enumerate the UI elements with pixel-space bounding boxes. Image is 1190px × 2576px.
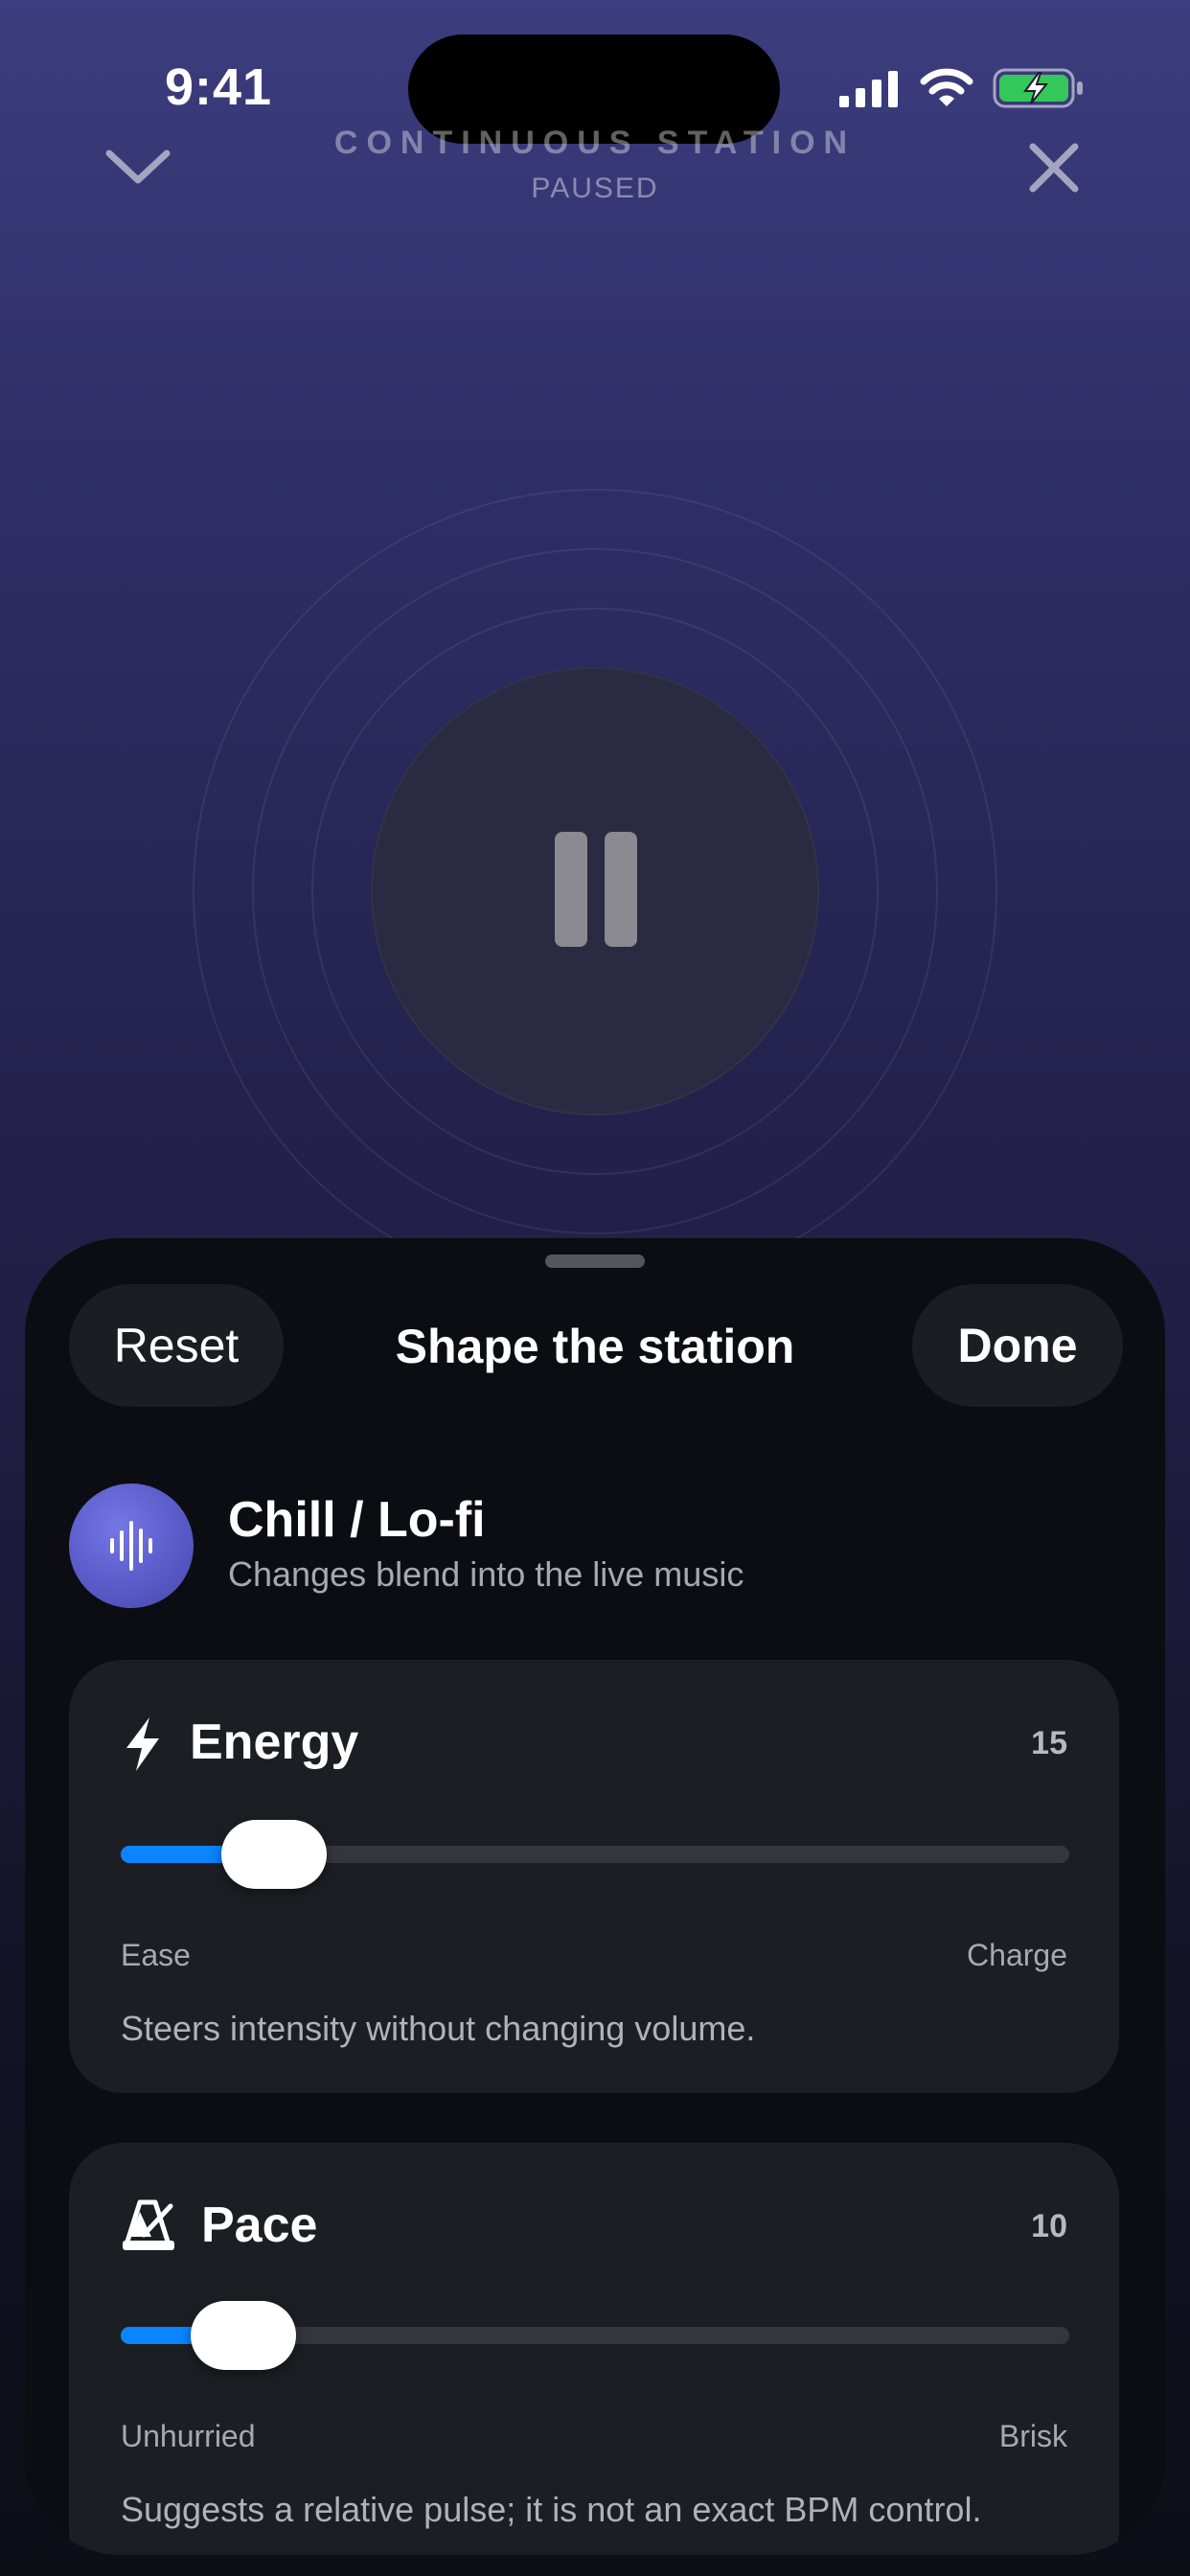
pace-slider-thumb[interactable] [191, 2301, 296, 2370]
wifi-icon [920, 68, 973, 106]
pause-icon [605, 832, 637, 947]
pace-value: 10 [1031, 2208, 1067, 2244]
energy-value: 15 [1031, 1725, 1067, 1761]
close-icon[interactable] [1025, 139, 1083, 196]
genre-name: Chill / Lo-fi [228, 1492, 486, 1548]
pace-card: Pace 10 Unhurried Brisk Suggests a relat… [69, 2143, 1119, 2555]
energy-slider-thumb[interactable] [221, 1820, 327, 1889]
pause-icon [555, 832, 587, 947]
station-title: CONTINUOUS STATION [333, 125, 857, 161]
energy-card: Energy 15 Ease Charge Steers intensity w… [69, 1660, 1119, 2093]
cellular-signal-icon [839, 71, 898, 107]
energy-max-label: Charge [967, 1938, 1067, 1972]
battery-charging-icon [993, 68, 1083, 108]
pace-min-label: Unhurried [121, 2419, 256, 2453]
genre-avatar [69, 1484, 194, 1608]
energy-description: Steers intensity without changing volume… [121, 2009, 756, 2048]
pace-slider[interactable] [121, 2301, 1069, 2370]
pause-button[interactable] [371, 667, 819, 1116]
shape-station-sheet: Reset Shape the station Done Chill / Lo-… [25, 1238, 1165, 2555]
pace-description: Suggests a relative pulse; it is not an … [121, 2490, 982, 2529]
energy-label: Energy [190, 1714, 359, 1770]
status-time: 9:41 [165, 58, 273, 116]
metronome-icon [123, 2199, 174, 2250]
genre-description: Changes blend into the live music [228, 1554, 744, 1594]
pace-max-label: Brisk [998, 2419, 1067, 2453]
lightning-bolt-icon [126, 1717, 159, 1771]
energy-min-label: Ease [121, 1938, 191, 1972]
playback-status: PAUSED [531, 172, 659, 204]
pace-label: Pace [201, 2197, 318, 2253]
waveform-icon [110, 1521, 152, 1571]
sheet-grabber[interactable] [545, 1254, 645, 1268]
status-icons [839, 67, 1085, 109]
energy-slider[interactable] [121, 1820, 1069, 1889]
done-button[interactable]: Done [912, 1284, 1123, 1407]
